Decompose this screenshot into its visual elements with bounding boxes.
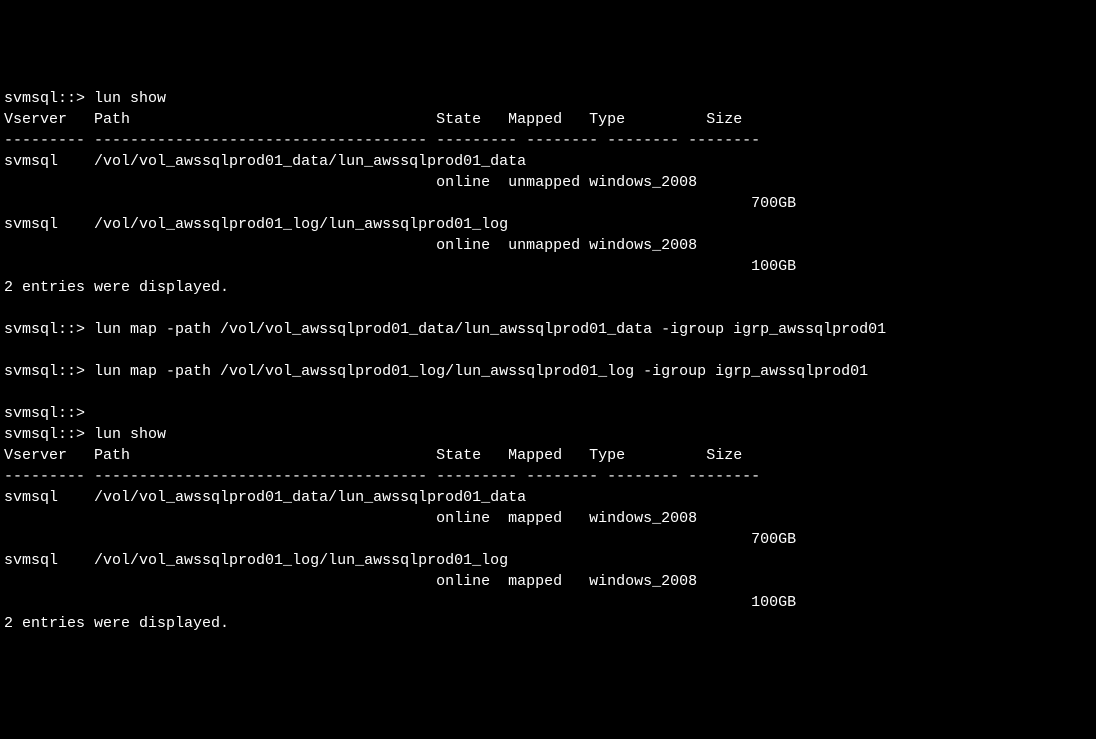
cell-mapped: mapped (508, 573, 562, 590)
cell-size: 100GB (751, 594, 796, 611)
col-path: Path (94, 111, 130, 128)
col-size: Size (706, 111, 742, 128)
col-mapped: Mapped (508, 447, 562, 464)
col-mapped: Mapped (508, 111, 562, 128)
cell-size: 700GB (751, 195, 796, 212)
footer: 2 entries were displayed. (4, 279, 229, 296)
cell-mapped: unmapped (508, 174, 580, 191)
cell-vserver: svmsql (4, 153, 58, 170)
cell-type: windows_2008 (589, 510, 697, 527)
cell-type: windows_2008 (589, 237, 697, 254)
col-size: Size (706, 447, 742, 464)
prompt: svmsql::> (4, 90, 85, 107)
cell-vserver: svmsql (4, 552, 58, 569)
col-vserver: Vserver (4, 447, 67, 464)
command: lun show (94, 426, 166, 443)
cell-type: windows_2008 (589, 174, 697, 191)
col-state: State (436, 447, 481, 464)
cell-size: 100GB (751, 258, 796, 275)
cell-path: /vol/vol_awssqlprod01_log/lun_awssqlprod… (94, 552, 508, 569)
cell-path: /vol/vol_awssqlprod01_data/lun_awssqlpro… (94, 489, 526, 506)
cell-path: /vol/vol_awssqlprod01_log/lun_awssqlprod… (94, 216, 508, 233)
cell-type: windows_2008 (589, 573, 697, 590)
cell-mapped: unmapped (508, 237, 580, 254)
cell-mapped: mapped (508, 510, 562, 527)
col-path: Path (94, 447, 130, 464)
prompt: svmsql::> (4, 426, 85, 443)
command: lun map -path /vol/vol_awssqlprod01_log/… (94, 363, 868, 380)
prompt: svmsql::> (4, 321, 85, 338)
command: lun show (94, 90, 166, 107)
col-state: State (436, 111, 481, 128)
cell-state: online (436, 237, 490, 254)
prompt: svmsql::> (4, 405, 85, 422)
cell-state: online (436, 510, 490, 527)
cell-vserver: svmsql (4, 216, 58, 233)
cell-size: 700GB (751, 531, 796, 548)
separator: --------- ------------------------------… (4, 132, 760, 149)
col-vserver: Vserver (4, 111, 67, 128)
separator: --------- ------------------------------… (4, 468, 760, 485)
col-type: Type (589, 447, 625, 464)
footer: 2 entries were displayed. (4, 615, 229, 632)
col-type: Type (589, 111, 625, 128)
prompt: svmsql::> (4, 363, 85, 380)
cell-vserver: svmsql (4, 489, 58, 506)
cell-state: online (436, 174, 490, 191)
cell-state: online (436, 573, 490, 590)
terminal-output[interactable]: svmsql::> lun show Vserver Path State Ma… (4, 88, 1092, 634)
command: lun map -path /vol/vol_awssqlprod01_data… (94, 321, 886, 338)
cell-path: /vol/vol_awssqlprod01_data/lun_awssqlpro… (94, 153, 526, 170)
